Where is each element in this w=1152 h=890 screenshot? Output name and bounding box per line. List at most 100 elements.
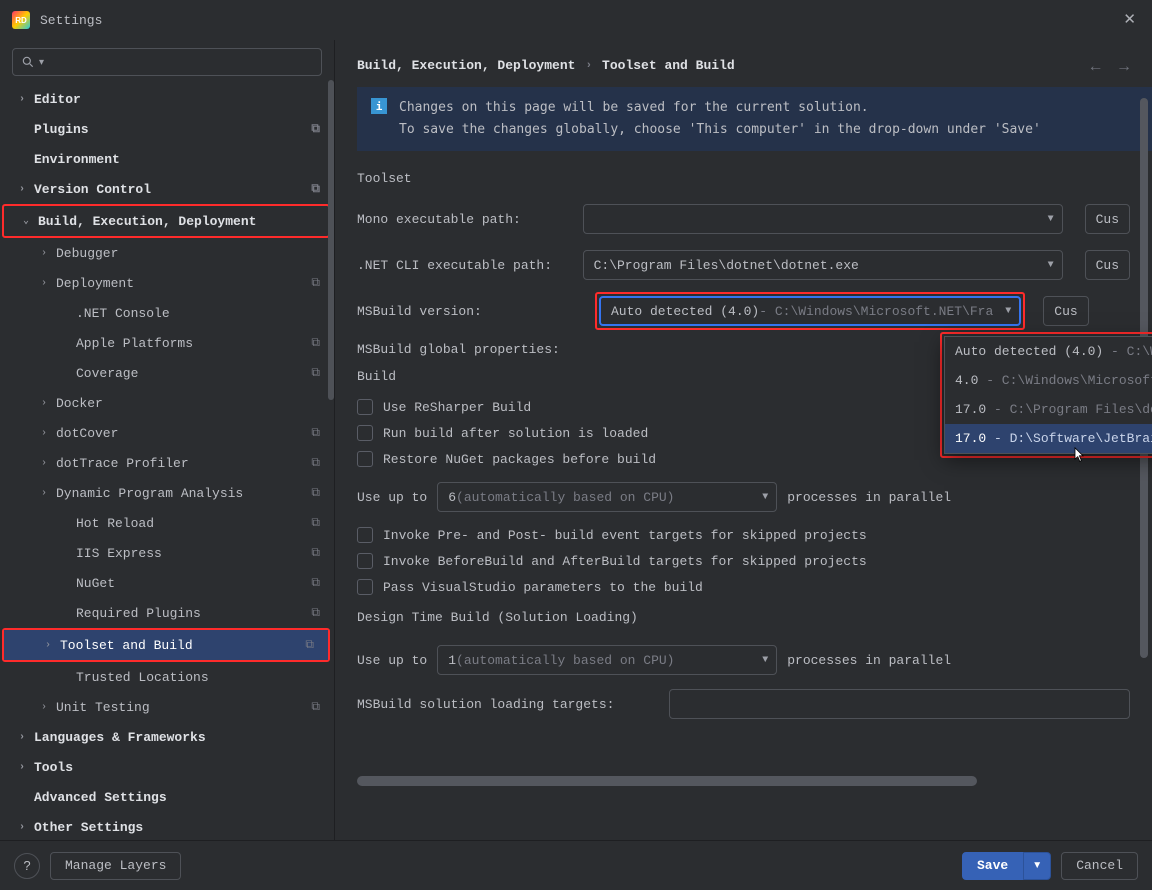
chevron-right-icon: › xyxy=(16,762,28,773)
layer-icon: ⧉ xyxy=(311,700,320,714)
chevron-right-icon: › xyxy=(38,458,50,469)
design-useupto-label: Use up to xyxy=(357,653,427,668)
tree-item-trusted-locations[interactable]: Trusted Locations xyxy=(0,662,334,692)
msbuild-option[interactable]: Auto detected (4.0) - C:\Windows\Microso… xyxy=(945,337,1152,366)
use-resharper-label: Use ReSharper Build xyxy=(383,400,531,415)
tree-item-nuget[interactable]: NuGet⧉ xyxy=(0,568,334,598)
design-processes-combo[interactable]: 1 (automatically based on CPU) ▼ xyxy=(437,645,777,675)
layer-icon: ⧉ xyxy=(305,638,314,652)
msbuild-version-dropdown[interactable]: Auto detected (4.0) - C:\Windows\Microso… xyxy=(944,336,1152,454)
use-resharper-checkbox[interactable] xyxy=(357,399,373,415)
invoke-beforeafter-label: Invoke BeforeBuild and AfterBuild target… xyxy=(383,554,867,569)
tree-item-label: Plugins xyxy=(34,122,89,137)
tree-item-unit-testing[interactable]: ›Unit Testing⧉ xyxy=(0,692,334,722)
info-icon: i xyxy=(371,98,387,114)
tree-item--net-console[interactable]: .NET Console xyxy=(0,298,334,328)
mono-path-combo[interactable]: ▼ xyxy=(583,204,1063,234)
tree-item-plugins[interactable]: Plugins ⧉ xyxy=(0,114,334,144)
tree-item-required-plugins[interactable]: Required Plugins⧉ xyxy=(0,598,334,628)
chevron-right-icon: › xyxy=(38,398,50,409)
chevron-right-icon: › xyxy=(42,640,54,651)
sidebar-search-input[interactable]: ▾ xyxy=(12,48,322,76)
chevron-right-icon: › xyxy=(38,278,50,289)
tree-item-languages-frameworks[interactable]: ›Languages & Frameworks xyxy=(0,722,334,752)
layer-icon: ⧉ xyxy=(311,426,320,440)
tree-item-dottrace-profiler[interactable]: ›dotTrace Profiler⧉ xyxy=(0,448,334,478)
save-split-button[interactable]: ▼ xyxy=(1023,852,1051,880)
tree-item-label: Trusted Locations xyxy=(76,670,209,685)
tree-item-dotcover[interactable]: ›dotCover⧉ xyxy=(0,418,334,448)
tree-item-hot-reload[interactable]: Hot Reload⧉ xyxy=(0,508,334,538)
tree-item-toolset-and-build[interactable]: ›Toolset and Build⧉ xyxy=(4,630,328,660)
cancel-button[interactable]: Cancel xyxy=(1061,852,1138,880)
msbuild-loading-targets-input[interactable] xyxy=(669,689,1130,719)
chevron-right-icon: › xyxy=(16,94,28,105)
tree-item-label: Deployment xyxy=(56,276,134,291)
section-design-header: Design Time Build (Solution Loading) xyxy=(335,600,1152,635)
pass-vs-label: Pass VisualStudio parameters to the buil… xyxy=(383,580,703,595)
chevron-right-icon: › xyxy=(16,822,28,833)
design-processes-suffix: processes in parallel xyxy=(787,653,951,668)
tree-item-environment[interactable]: Environment xyxy=(0,144,334,174)
breadcrumb-parent[interactable]: Build, Execution, Deployment xyxy=(357,58,575,73)
sidebar-scrollbar[interactable] xyxy=(328,80,334,835)
cursor-icon xyxy=(1074,447,1084,463)
tree-item-other-settings[interactable]: › Other Settings xyxy=(0,812,334,840)
dotnet-custom-button[interactable]: Cus xyxy=(1085,250,1130,280)
tree-item-label: Hot Reload xyxy=(76,516,154,531)
section-toolset-header: Toolset xyxy=(335,165,1152,196)
restore-nuget-checkbox[interactable] xyxy=(357,451,373,467)
invoke-beforeafter-checkbox[interactable] xyxy=(357,553,373,569)
run-after-load-checkbox[interactable] xyxy=(357,425,373,441)
tree-item-label: Languages & Frameworks xyxy=(34,730,206,745)
tree-item-deployment[interactable]: ›Deployment⧉ xyxy=(0,268,334,298)
msbuild-option[interactable]: 17.0 - C:\Program Files\dotnet\sdk\6.0.2… xyxy=(945,395,1152,424)
search-clear-icon: ▾ xyxy=(39,57,44,68)
build-processes-combo[interactable]: 6 (automatically based on CPU) ▼ xyxy=(437,482,777,512)
tree-item-label: Other Settings xyxy=(34,820,143,835)
content-hscrollbar[interactable] xyxy=(357,776,977,786)
chevron-right-icon: › xyxy=(16,184,28,195)
chevron-down-icon: ▼ xyxy=(1048,260,1054,271)
tree-item-label: NuGet xyxy=(76,576,115,591)
banner-line2: To save the changes globally, choose 'Th… xyxy=(399,119,1041,141)
nav-forward-icon[interactable]: → xyxy=(1116,58,1132,75)
msbuild-custom-button[interactable]: Cus xyxy=(1043,296,1088,326)
nav-back-icon[interactable]: ← xyxy=(1088,58,1104,75)
tree-item-label: Build, Execution, Deployment xyxy=(38,214,256,229)
tree-item-apple-platforms[interactable]: Apple Platforms⧉ xyxy=(0,328,334,358)
tree-item-label: IIS Express xyxy=(76,546,162,561)
tree-item-tools[interactable]: › Tools xyxy=(0,752,334,782)
manage-layers-button[interactable]: Manage Layers xyxy=(50,852,181,880)
tree-item-iis-express[interactable]: IIS Express⧉ xyxy=(0,538,334,568)
msbuild-option[interactable]: 4.0 - C:\Windows\Microsoft.NET\Framework… xyxy=(945,366,1152,395)
tree-item-label: Docker xyxy=(56,396,103,411)
tree-item-coverage[interactable]: Coverage⧉ xyxy=(0,358,334,388)
layer-icon: ⧉ xyxy=(311,336,320,350)
help-button[interactable]: ? xyxy=(14,853,40,879)
chevron-down-icon: ⌄ xyxy=(20,215,32,227)
layer-icon: ⧉ xyxy=(311,122,320,136)
tree-item-label: Version Control xyxy=(34,182,151,197)
tree-item-label: .NET Console xyxy=(76,306,170,321)
tree-item-docker[interactable]: › Docker xyxy=(0,388,334,418)
tree-item-advanced-settings[interactable]: Advanced Settings xyxy=(0,782,334,812)
msbuild-option[interactable]: 17.0 - D:\Software\JetBrains Rider\tools… xyxy=(945,424,1152,453)
mono-custom-button[interactable]: Cus xyxy=(1085,204,1130,234)
tree-item-debugger[interactable]: ›Debugger xyxy=(0,238,334,268)
invoke-prepost-checkbox[interactable] xyxy=(357,527,373,543)
dotnet-cli-combo[interactable]: C:\Program Files\dotnet\dotnet.exe ▼ xyxy=(583,250,1063,280)
close-icon[interactable]: ✕ xyxy=(1123,10,1136,28)
tree-item-version-control[interactable]: ›Version Control⧉ xyxy=(0,174,334,204)
tree-item-build-execution-deployment[interactable]: ⌄ Build, Execution, Deployment xyxy=(4,206,328,236)
tree-item-label: Tools xyxy=(34,760,73,775)
dialog-footer: ? Manage Layers Save ▼ Cancel xyxy=(0,840,1152,890)
msbuild-version-combo[interactable]: Auto detected (4.0) - C:\Windows\Microso… xyxy=(599,296,1021,326)
chevron-right-icon: › xyxy=(38,428,50,439)
pass-vs-checkbox[interactable] xyxy=(357,579,373,595)
tree-item-dynamic-program-analysis[interactable]: ›Dynamic Program Analysis⧉ xyxy=(0,478,334,508)
tree-item-editor[interactable]: ›Editor xyxy=(0,84,334,114)
settings-tree: ›Editor Plugins ⧉ Environment › Version Contr… xyxy=(0,84,334,840)
tree-item-label: Debugger xyxy=(56,246,118,261)
save-button[interactable]: Save xyxy=(962,852,1023,880)
